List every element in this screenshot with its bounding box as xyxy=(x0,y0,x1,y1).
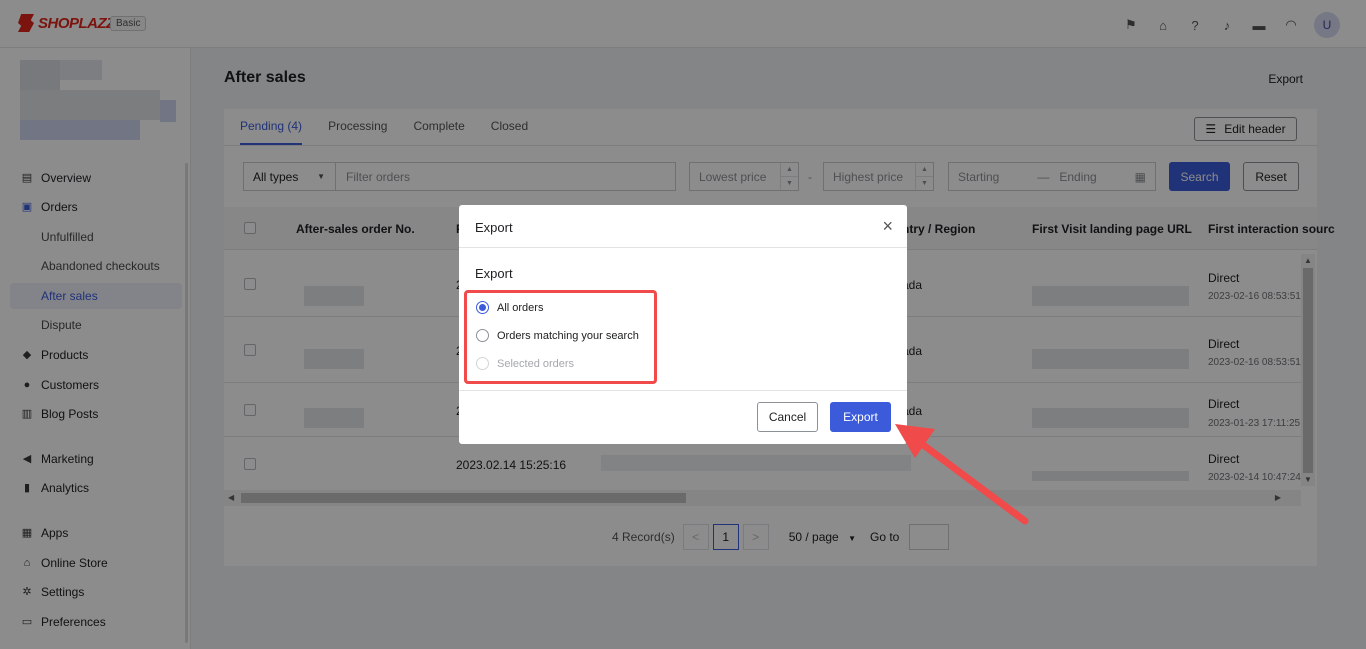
annotation-arrow-icon xyxy=(895,424,1029,525)
